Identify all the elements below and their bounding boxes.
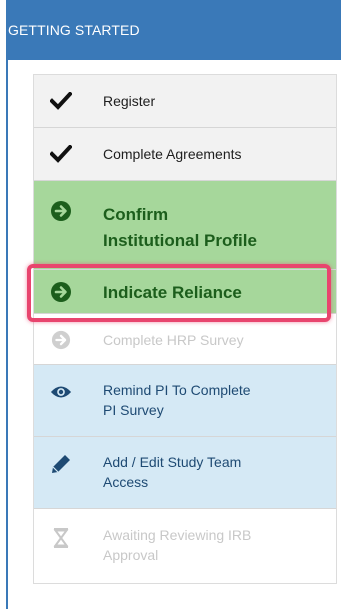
step-label-line2: Approval: [103, 547, 159, 564]
step-confirm-institutional-profile[interactable]: Confirm Institutional Profile: [34, 181, 336, 270]
step-label-line2: PI Survey: [103, 402, 164, 419]
step-label: Add / Edit Study Team Access: [103, 452, 241, 493]
pencil-icon: [50, 453, 72, 475]
step-label: Complete HRP Survey: [103, 332, 244, 348]
checkmark-icon: [50, 90, 72, 112]
steps-list: Register Complete Agreements Confirm Ins…: [33, 74, 337, 584]
step-label: Awaiting Reviewing IRB Approval: [103, 525, 251, 566]
step-register[interactable]: Register: [34, 75, 336, 128]
step-remind-pi[interactable]: Remind PI To Complete PI Survey: [34, 365, 336, 437]
step-label-line1: Confirm: [103, 205, 169, 224]
step-awaiting-irb-approval: Awaiting Reviewing IRB Approval: [34, 509, 336, 583]
step-label-line1: Remind PI To Complete: [103, 382, 251, 398]
step-label-line1: Awaiting Reviewing IRB: [103, 527, 252, 543]
checkmark-icon: [50, 143, 72, 165]
hourglass-icon: [50, 527, 72, 549]
arrow-circle-right-icon: [50, 200, 72, 222]
highlight-outline: [27, 264, 331, 322]
step-label-line2: Institutional Profile: [103, 230, 257, 250]
step-label: Complete Agreements: [103, 146, 242, 162]
step-edit-study-team-access[interactable]: Add / Edit Study Team Access: [34, 437, 336, 509]
step-label-line2: Access: [103, 474, 149, 491]
step-label-line1: Add / Edit Study Team: [103, 454, 242, 470]
step-label: Confirm Institutional Profile: [103, 202, 257, 253]
arrow-circle-right-icon: [50, 329, 72, 351]
panel-title: GETTING STARTED: [8, 22, 140, 38]
eye-icon: [50, 381, 72, 403]
step-label: Remind PI To Complete PI Survey: [103, 380, 251, 421]
step-complete-agreements[interactable]: Complete Agreements: [34, 128, 336, 181]
step-label: Register: [103, 93, 156, 109]
panel-header: GETTING STARTED: [8, 0, 341, 60]
